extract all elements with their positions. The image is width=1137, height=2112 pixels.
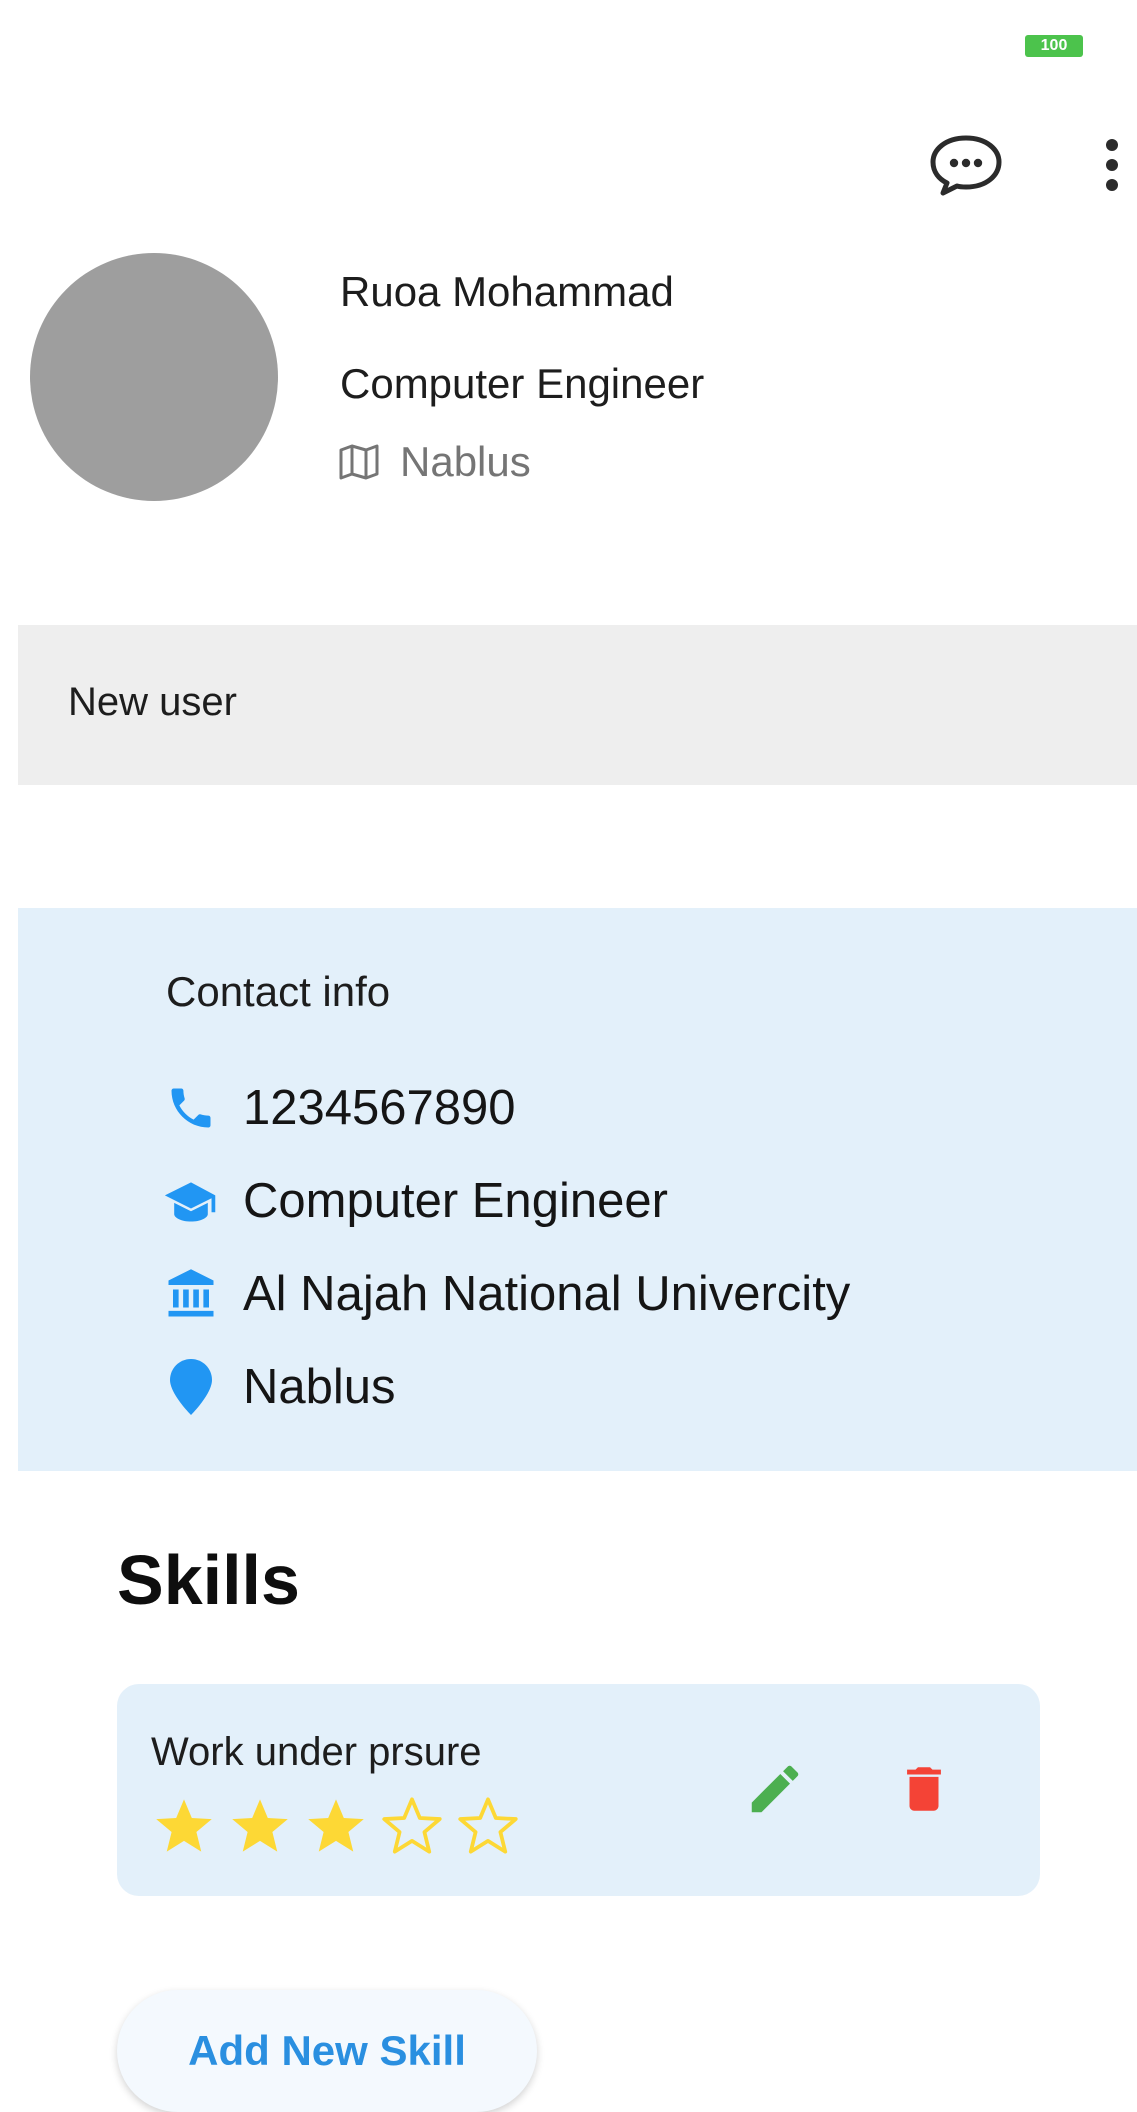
contact-info-heading: Contact info: [166, 968, 391, 1015]
star-filled-icon[interactable]: [301, 1794, 371, 1856]
account-status-text: New user: [68, 680, 237, 724]
more-vert-icon: [1106, 139, 1118, 191]
add-new-skill-button[interactable]: Add New Skill: [117, 1990, 537, 2112]
avatar: [30, 253, 278, 501]
edit-skill-button[interactable]: [740, 1754, 810, 1824]
star-filled-icon[interactable]: [149, 1794, 219, 1856]
trash-icon: [907, 1767, 941, 1811]
battery-indicator: 100: [1025, 35, 1083, 57]
contact-major-row: Computer Engineer: [163, 1173, 668, 1229]
skill-rating: [149, 1794, 529, 1856]
profile-location-text: Nablus: [400, 438, 531, 485]
star-filled-icon[interactable]: [225, 1794, 295, 1856]
contact-phone-row: 1234567890: [163, 1080, 516, 1136]
contact-university-row: Al Najah National Univercity: [163, 1266, 850, 1322]
contact-city-text: Nablus: [243, 1360, 396, 1414]
star-outline-icon[interactable]: [377, 1794, 447, 1856]
account-status-banner: New user: [18, 625, 1137, 785]
profile-location: Nablus: [338, 438, 531, 486]
profile-title: Computer Engineer: [340, 360, 705, 407]
delete-skill-button[interactable]: [889, 1754, 959, 1824]
university-icon: [163, 1266, 219, 1322]
contact-university-text: Al Najah National Univercity: [243, 1267, 851, 1321]
chat-icon: [930, 135, 1002, 196]
skill-card: Work under prsure: [117, 1684, 1040, 1896]
location-pin-icon: [163, 1359, 219, 1415]
star-outline-icon[interactable]: [453, 1794, 523, 1856]
more-options-button[interactable]: [1088, 130, 1136, 200]
graduation-cap-icon: [163, 1173, 219, 1229]
contact-info-card: Contact info 1234567890 Computer Enginee…: [18, 908, 1137, 1471]
contact-city-row: Nablus: [163, 1359, 396, 1415]
skill-name: Work under prsure: [151, 1730, 482, 1774]
skills-heading: Skills: [117, 1541, 300, 1619]
chat-button[interactable]: [920, 130, 1012, 200]
contact-phone-text: 1234567890: [243, 1081, 516, 1135]
profile-name: Ruoa Mohammad: [340, 268, 674, 315]
map-icon: [339, 444, 379, 480]
phone-icon: [163, 1080, 219, 1136]
contact-major-text: Computer Engineer: [243, 1174, 668, 1228]
pencil-icon: [751, 1765, 799, 1813]
